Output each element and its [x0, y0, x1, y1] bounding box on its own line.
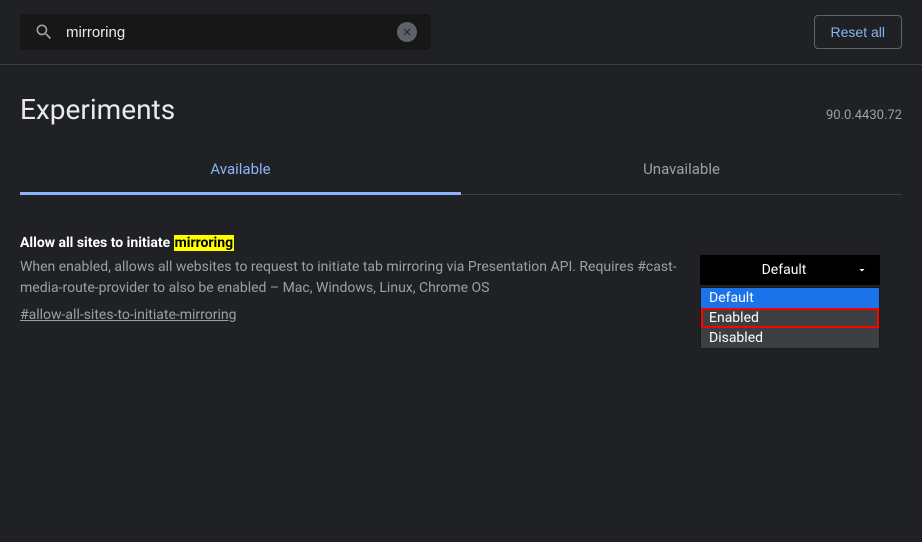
header-row: Experiments 90.0.4430.72: [0, 65, 922, 146]
flag-description: When enabled, allows all websites to req…: [20, 257, 680, 299]
flag-hash-link[interactable]: #allow-all-sites-to-initiate-mirroring: [20, 307, 237, 323]
tab-unavailable[interactable]: Unavailable: [461, 146, 902, 195]
version-text: 90.0.4430.72: [826, 108, 902, 123]
chevron-down-icon: [856, 264, 868, 276]
flag-title-prefix: Allow all sites to initiate: [20, 235, 174, 251]
search-input[interactable]: [66, 24, 397, 41]
top-bar: Reset all: [0, 0, 922, 65]
option-default[interactable]: Default: [701, 288, 879, 308]
close-icon: [401, 26, 413, 38]
tabs: Available Unavailable: [20, 146, 902, 195]
reset-all-button[interactable]: Reset all: [814, 15, 902, 49]
tab-available[interactable]: Available: [20, 146, 461, 195]
option-disabled[interactable]: Disabled: [701, 328, 879, 348]
flag-select-value: Default: [712, 262, 856, 278]
clear-search-button[interactable]: [397, 22, 417, 42]
search-container: [20, 14, 431, 50]
page-title: Experiments: [20, 93, 175, 126]
flag-title: Allow all sites to initiate mirroring: [20, 235, 680, 251]
flag-select-dropdown: Default Enabled Disabled: [700, 287, 880, 349]
search-icon: [34, 22, 54, 42]
option-enabled[interactable]: Enabled: [701, 308, 879, 328]
flag-title-highlight: mirroring: [174, 235, 234, 251]
flag-control: Default Default Enabled Disabled: [700, 235, 880, 323]
flag-entry: Allow all sites to initiate mirroring Wh…: [0, 195, 922, 343]
flag-select[interactable]: Default: [700, 255, 880, 285]
flag-info: Allow all sites to initiate mirroring Wh…: [20, 235, 680, 323]
